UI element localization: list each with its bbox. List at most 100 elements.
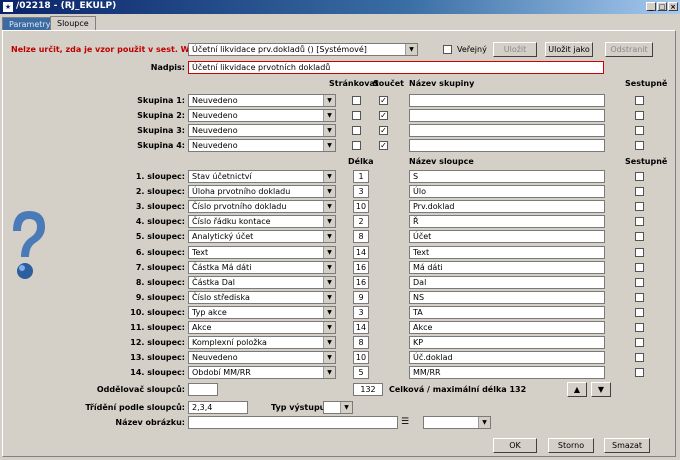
column-select[interactable]: Období MM/RR ▼ <box>188 366 336 380</box>
column-select[interactable]: Akce ▼ <box>188 321 336 334</box>
group-select[interactable]: Neuvedeno ▼ <box>188 94 336 107</box>
column-length-input[interactable]: 2 <box>353 215 369 229</box>
column-name-input[interactable]: Akce <box>409 321 605 334</box>
group-desc-checkbox[interactable] <box>635 126 644 135</box>
group-sum-checkbox[interactable]: ✓ <box>379 126 388 135</box>
sort-input[interactable]: 2,3,4 <box>188 401 248 414</box>
group-select[interactable]: Neuvedeno ▼ <box>188 109 336 122</box>
column-length-input[interactable]: 16 <box>353 275 369 289</box>
column-select[interactable]: Text ▼ <box>188 245 336 259</box>
column-length-input[interactable]: 1 <box>353 170 369 183</box>
column-name-input[interactable]: Text <box>409 245 605 259</box>
group-name-input[interactable] <box>409 124 605 137</box>
column-desc-checkbox[interactable] <box>635 353 644 363</box>
column-name-input[interactable]: Prv.doklad <box>409 200 605 214</box>
image-input[interactable] <box>188 416 398 429</box>
group-name-input[interactable] <box>409 109 605 122</box>
column-desc-checkbox[interactable] <box>635 338 644 348</box>
public-checkbox[interactable] <box>443 45 452 54</box>
column-desc-checkbox[interactable] <box>635 307 644 317</box>
column-select[interactable]: Částka Má dáti ▼ <box>188 260 336 274</box>
minimize-icon[interactable]: _ <box>646 2 656 11</box>
column-length-input[interactable]: 3 <box>353 185 369 199</box>
close-icon[interactable]: × <box>668 2 678 11</box>
column-length-input[interactable]: 10 <box>353 200 369 214</box>
column-name-input[interactable]: Ř <box>409 215 605 229</box>
column-name-input[interactable]: Má dáti <box>409 260 605 274</box>
column-length-input[interactable]: 8 <box>353 230 369 244</box>
column-name-input[interactable]: S <box>409 170 605 183</box>
group-desc-checkbox[interactable] <box>635 141 644 150</box>
group-desc-checkbox[interactable] <box>635 96 644 105</box>
group-desc-checkbox[interactable] <box>635 111 644 120</box>
image-type-select[interactable]: ▼ <box>423 416 491 429</box>
column-select[interactable]: Částka Dal ▼ <box>188 275 336 289</box>
browse-icon[interactable]: ☰ <box>401 417 411 428</box>
column-desc-checkbox[interactable] <box>635 247 644 257</box>
tab-parametry[interactable]: Parametry <box>2 17 52 31</box>
move-down-button[interactable]: ▼ <box>591 382 611 397</box>
group-name-input[interactable] <box>409 139 605 152</box>
maximize-icon[interactable]: □ <box>657 2 667 11</box>
column-desc-checkbox[interactable] <box>635 368 644 378</box>
app-icon: ★ <box>3 2 13 12</box>
save-button[interactable]: Uložit <box>493 42 537 57</box>
column-name-input[interactable]: Účet <box>409 230 605 244</box>
column-select[interactable]: Komplexní položka ▼ <box>188 336 336 350</box>
column-desc-checkbox[interactable] <box>635 187 644 197</box>
column-name-input[interactable]: TA <box>409 305 605 319</box>
group-paging-checkbox[interactable] <box>352 126 361 135</box>
group-sum-checkbox[interactable]: ✓ <box>379 141 388 150</box>
column-select[interactable]: Číslo řádku kontace ▼ <box>188 215 336 229</box>
column-select[interactable]: Úloha prvotního dokladu ▼ <box>188 185 336 199</box>
move-up-button[interactable]: ▲ <box>567 382 587 397</box>
column-length-input[interactable]: 8 <box>353 336 369 350</box>
group-select[interactable]: Neuvedeno ▼ <box>188 124 336 137</box>
column-desc-checkbox[interactable] <box>635 217 644 227</box>
column-length-input[interactable]: 14 <box>353 321 369 334</box>
column-length-input[interactable]: 16 <box>353 260 369 274</box>
column-select[interactable]: Číslo střediska ▼ <box>188 290 336 304</box>
column-desc-checkbox[interactable] <box>635 202 644 212</box>
ok-button[interactable]: OK <box>493 438 537 453</box>
column-desc-checkbox[interactable] <box>635 277 644 287</box>
tab-sloupce[interactable]: Sloupce <box>50 16 96 30</box>
column-name-input[interactable]: Úč.doklad <box>409 351 605 365</box>
column-name-input[interactable]: KP <box>409 336 605 350</box>
column-length-input[interactable]: 9 <box>353 290 369 304</box>
separator-input[interactable] <box>188 383 218 396</box>
column-name-input[interactable]: Dal <box>409 275 605 289</box>
column-select[interactable]: Neuvedeno ▼ <box>188 351 336 365</box>
group-sum-checkbox[interactable]: ✓ <box>379 111 388 120</box>
group-select[interactable]: Neuvedeno ▼ <box>188 139 336 152</box>
delete-button[interactable]: Odstranit <box>605 42 653 57</box>
heading-input[interactable]: Účetní likvidace prvotních dokladů <box>188 61 604 74</box>
column-length-input[interactable]: 3 <box>353 305 369 319</box>
template-select[interactable]: Účetní likvidace prv.dokladů () [Systémo… <box>188 43 418 56</box>
save-as-button[interactable]: Uložit jako <box>545 42 593 57</box>
column-label: 3. sloupec: <box>135 202 185 212</box>
column-select[interactable]: Analytický účet ▼ <box>188 230 336 244</box>
column-name-input[interactable]: NS <box>409 290 605 304</box>
column-name-input[interactable]: MM/RR <box>409 366 605 380</box>
cancel-button[interactable]: Storno <box>548 438 594 453</box>
column-desc-checkbox[interactable] <box>635 292 644 302</box>
group-paging-checkbox[interactable] <box>352 111 361 120</box>
clear-button[interactable]: Smazat <box>604 438 650 453</box>
column-length-input[interactable]: 5 <box>353 366 369 380</box>
column-length-input[interactable]: 10 <box>353 351 369 365</box>
output-type-select[interactable]: ▼ <box>323 401 353 414</box>
group-paging-checkbox[interactable] <box>352 141 361 150</box>
column-name-input[interactable]: Úlo <box>409 185 605 199</box>
column-length-input[interactable]: 14 <box>353 245 369 259</box>
column-desc-checkbox[interactable] <box>635 323 644 332</box>
group-name-input[interactable] <box>409 94 605 107</box>
group-paging-checkbox[interactable] <box>352 96 361 105</box>
column-select[interactable]: Typ akce ▼ <box>188 305 336 319</box>
column-select[interactable]: Stav účetnictví ▼ <box>188 170 336 183</box>
column-desc-checkbox[interactable] <box>635 262 644 272</box>
column-select[interactable]: Číslo prvotního dokladu ▼ <box>188 200 336 214</box>
column-desc-checkbox[interactable] <box>635 232 644 242</box>
group-sum-checkbox[interactable]: ✓ <box>379 96 388 105</box>
column-desc-checkbox[interactable] <box>635 172 644 181</box>
